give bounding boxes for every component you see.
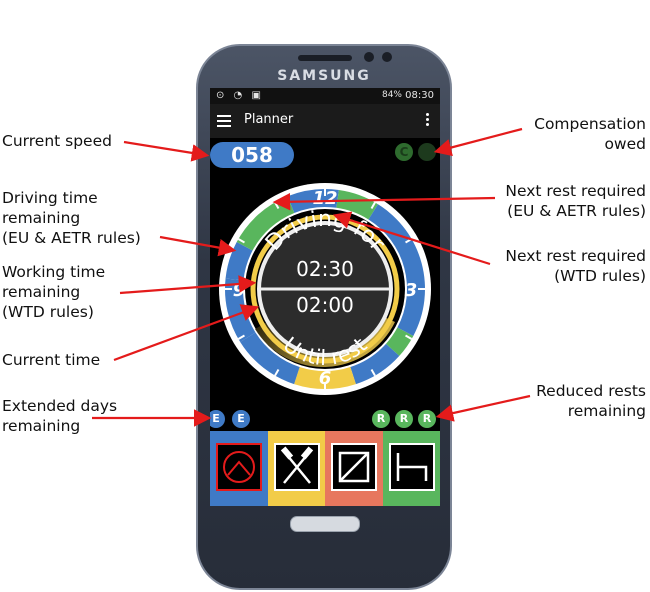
phone-sensor <box>382 52 392 62</box>
reduced-rest-badge-3: R <box>418 410 436 428</box>
dial-time-top: 02:30 <box>296 257 354 281</box>
label-current-time: Current time <box>2 351 101 369</box>
activity-work-button[interactable] <box>267 431 325 506</box>
app-title: Planner <box>244 112 294 127</box>
work-hammers-icon <box>273 443 320 491</box>
reduced-rest-badge-1: R <box>372 410 390 428</box>
label-next-rest-wtd: Next rest required (WTD rules) <box>505 247 646 285</box>
status-time: 08:30 <box>405 90 434 101</box>
driving-wheel-icon <box>216 443 262 491</box>
phone-screen: ⊙ ◔ ▣ 84% 08:30 Planner 058 C Driving fo… <box>210 88 440 506</box>
dial-hour-9: 9 <box>233 280 246 301</box>
phone-speaker <box>298 55 352 61</box>
status-bar: ⊙ ◔ ▣ 84% 08:30 <box>210 88 440 104</box>
activity-rest-button[interactable] <box>382 431 440 506</box>
extended-day-badge-1: E <box>210 410 225 428</box>
dial-hour-12: 12 <box>312 188 337 209</box>
speed-readout: 058 <box>210 142 294 168</box>
label-compensation: Compensation owed <box>534 115 646 153</box>
dial-hour-6: 6 <box>319 368 332 389</box>
overflow-menu-icon[interactable] <box>426 113 430 128</box>
availability-icon <box>331 443 377 491</box>
label-current-speed: Current speed <box>2 132 112 150</box>
activity-bar <box>210 431 440 506</box>
compensation-badge: C <box>395 143 413 161</box>
rest-bed-icon <box>388 443 435 491</box>
label-working-time: Working time remaining (WTD rules) <box>2 263 106 321</box>
arrow-reduced-rests <box>435 394 531 422</box>
phone-camera <box>364 52 374 62</box>
extended-day-badge-2: E <box>232 410 250 428</box>
dial-time-bottom: 02:00 <box>296 293 354 317</box>
label-extended-days: Extended days remaining <box>2 397 118 435</box>
arrow-current-speed <box>123 140 210 162</box>
driving-dial: Driving for Until rest 02:30 02:00 12 3 … <box>219 183 431 395</box>
app-bar: Planner <box>210 104 440 138</box>
battery-percent: 84% <box>381 90 402 100</box>
label-reduced-rests: Reduced rests remaining <box>536 382 646 420</box>
compensation-indicator <box>418 143 436 161</box>
notification-icons: ⊙ ◔ ▣ <box>216 90 264 101</box>
activity-driving-button[interactable] <box>210 431 268 506</box>
activity-availability-button[interactable] <box>325 431 383 506</box>
label-next-rest-eu: Next rest required (EU & AETR rules) <box>505 182 646 220</box>
label-driving-time: Driving time remaining (EU & AETR rules) <box>2 189 141 247</box>
phone-brand: SAMSUNG <box>277 68 371 84</box>
reduced-rest-badge-2: R <box>395 410 413 428</box>
home-button[interactable] <box>290 516 360 532</box>
hamburger-menu-icon[interactable] <box>217 115 231 127</box>
dial-hour-3: 3 <box>405 280 418 301</box>
